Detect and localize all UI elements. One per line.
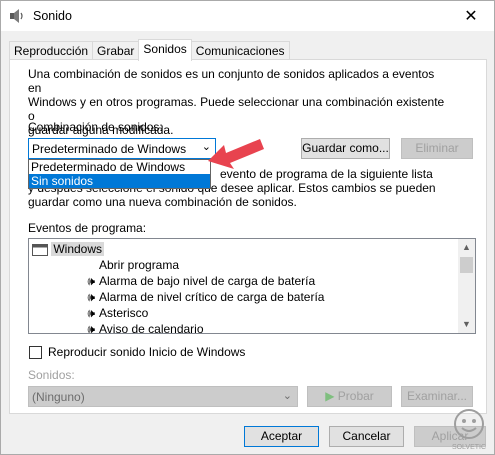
ok-button[interactable]: Aceptar	[244, 426, 319, 447]
sounds-panel: Una combinación de sonidos es un conjunt…	[9, 59, 487, 414]
scheme-label: Combinación de sonidos:	[28, 120, 163, 134]
solvetic-watermark: SOLVETIC	[444, 406, 494, 454]
scroll-thumb[interactable]	[460, 257, 473, 273]
chevron-down-icon: ⌄	[282, 390, 292, 402]
title-bar: Sonido ✕	[1, 1, 494, 31]
startup-sound-label[interactable]: Reproducir sonido Inicio de Windows	[48, 345, 245, 359]
events-label: Eventos de programa:	[28, 221, 147, 235]
sounds-select[interactable]: (Ninguno) ⌄	[28, 386, 298, 407]
pointer-arrow-icon	[208, 139, 264, 169]
window-icon	[32, 243, 48, 256]
events-scrollbar[interactable]: ▲ ▼	[458, 239, 475, 333]
svg-text:SOLVETIC: SOLVETIC	[452, 444, 486, 451]
tab-recording[interactable]: Grabar	[92, 41, 140, 61]
scheme-dropdown: Predeterminado de Windows Sin sonidos	[28, 159, 211, 189]
scroll-down-icon[interactable]: ▼	[458, 316, 475, 333]
save-as-button[interactable]: Guardar como...	[301, 138, 390, 159]
events-list[interactable]: Windows Abrir programa 🕪 Alarma de bajo n…	[28, 238, 476, 334]
list-item[interactable]: 🕪 Alarma de nivel crítico de carga de bat…	[61, 289, 324, 305]
list-item[interactable]: 🕪 Alarma de bajo nivel de carga de baterí…	[61, 273, 315, 289]
speaker-icon: 🕪	[87, 274, 95, 288]
startup-sound-checkbox[interactable]	[29, 346, 42, 359]
tab-sounds[interactable]: Sonidos	[138, 39, 192, 61]
event-group-windows[interactable]: Windows	[32, 241, 105, 257]
tab-communications[interactable]: Comunicaciones	[190, 41, 290, 61]
speaker-icon	[10, 9, 23, 23]
sound-dialog: Sonido ✕ Reproducción Grabar Sonidos Com…	[0, 0, 495, 455]
close-button[interactable]: ✕	[448, 1, 494, 31]
speaker-icon: 🕪	[87, 322, 95, 334]
scheme-select[interactable]: Predeterminado de Windows ⌄	[28, 138, 216, 159]
close-icon: ✕	[464, 8, 478, 25]
play-icon: ▶	[325, 389, 335, 403]
speaker-icon: 🕪	[87, 290, 95, 304]
list-item[interactable]: 🕪 Aviso de calendario	[61, 321, 203, 334]
list-item[interactable]: 🕪 Asterisco	[61, 305, 148, 321]
test-button[interactable]: ▶ Probar	[307, 386, 392, 407]
delete-button[interactable]: Eliminar	[401, 138, 473, 159]
browse-button[interactable]: Examinar...	[401, 386, 473, 407]
cancel-button[interactable]: Cancelar	[329, 426, 404, 447]
scroll-up-icon[interactable]: ▲	[458, 239, 475, 256]
scheme-option-no-sounds[interactable]: Sin sonidos	[29, 174, 210, 188]
speaker-icon: 🕪	[87, 306, 95, 320]
tab-playback[interactable]: Reproducción	[9, 41, 94, 61]
scheme-option-default[interactable]: Predeterminado de Windows	[29, 160, 210, 174]
list-item[interactable]: Abrir programa	[81, 257, 179, 273]
tab-strip: Reproducción Grabar Sonidos Comunicacion…	[9, 39, 290, 61]
window-title: Sonido	[33, 9, 72, 23]
solvetic-logo-icon: SOLVETIC	[452, 409, 486, 451]
sounds-label: Sonidos:	[28, 368, 75, 382]
scheme-select-value: Predeterminado de Windows	[32, 142, 187, 156]
